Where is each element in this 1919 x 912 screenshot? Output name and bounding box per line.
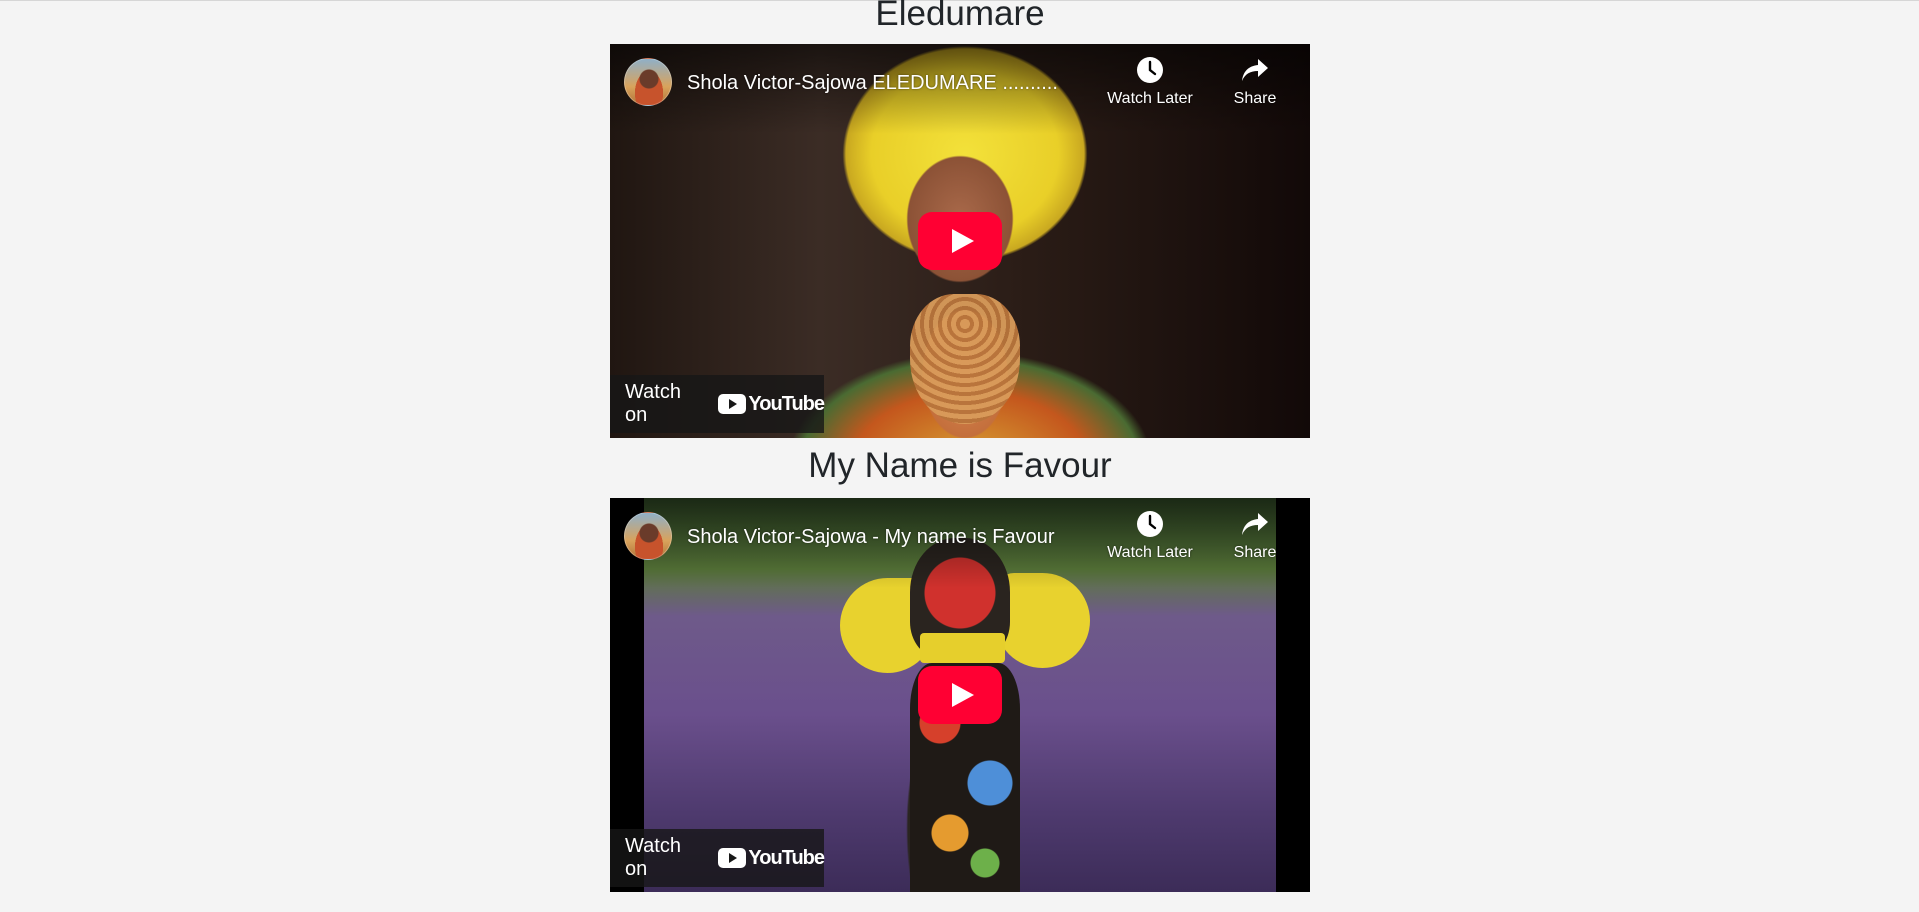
youtube-logo-icon: YouTube (718, 392, 825, 416)
video-title-link[interactable]: Shola Victor-Sajowa ELEDUMARE .......... (687, 70, 1092, 96)
watch-later-label: Watch Later (1107, 90, 1193, 107)
play-button-icon[interactable] (918, 212, 1002, 270)
share-arrow-icon (1242, 59, 1268, 81)
channel-avatar[interactable] (624, 58, 672, 106)
video-heading-eledumare: Eledumare (875, 0, 1045, 33)
watch-later-button[interactable]: Watch Later (1100, 510, 1200, 562)
youtube-embed-eledumare[interactable]: Shola Victor-Sajowa ELEDUMARE ..........… (610, 44, 1310, 438)
watch-later-label: Watch Later (1107, 544, 1193, 561)
clock-icon (1137, 511, 1163, 537)
clock-icon (1137, 57, 1163, 83)
youtube-wordmark: YouTube (748, 392, 825, 415)
youtube-wordmark: YouTube (748, 846, 825, 869)
channel-avatar[interactable] (624, 512, 672, 560)
share-button[interactable]: Share (1220, 510, 1290, 562)
video-title-link[interactable]: Shola Victor-Sajowa - My name is Favour (687, 524, 1092, 550)
share-button[interactable]: Share (1220, 56, 1290, 108)
share-label: Share (1233, 544, 1277, 561)
youtube-embed-my-name-is-favour[interactable]: Shola Victor-Sajowa - My name is Favour … (610, 498, 1310, 892)
youtube-logo-icon: YouTube (718, 846, 825, 870)
watch-later-button[interactable]: Watch Later (1100, 56, 1200, 108)
video-heading-my-name-is-favour: My Name is Favour (808, 446, 1112, 485)
watch-on-youtube-button[interactable]: Watch on YouTube (610, 829, 825, 887)
share-arrow-icon (1242, 513, 1268, 535)
watch-on-label: Watch on (625, 835, 681, 880)
watch-on-label: Watch on (625, 381, 681, 426)
share-label: Share (1233, 90, 1277, 107)
watch-on-youtube-button[interactable]: Watch on YouTube (610, 375, 825, 433)
play-button-icon[interactable] (918, 666, 1002, 724)
